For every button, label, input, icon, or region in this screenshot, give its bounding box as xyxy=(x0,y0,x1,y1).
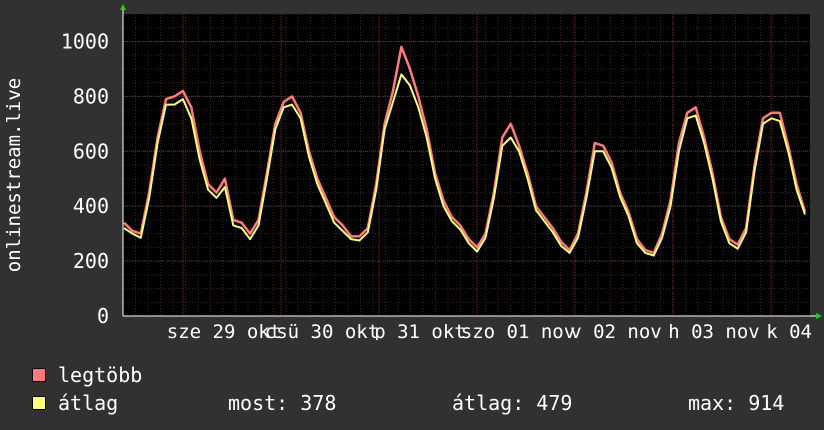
x-axis-arrow xyxy=(816,313,822,319)
y-axis-label: onlinestream.live xyxy=(3,78,25,272)
x-tick-label: szo 01 nov xyxy=(461,321,575,340)
x-tick-label: v 02 nov xyxy=(570,321,662,340)
y-tick-label: 1000 xyxy=(61,29,109,53)
stat-atlag: átlag: 479 xyxy=(452,391,573,415)
x-tick-label: csü 30 okt xyxy=(265,321,379,340)
y-tick-label: 0 xyxy=(97,304,109,328)
legend-item-atlag: átlag xyxy=(32,391,119,415)
legend-swatch-atlag xyxy=(32,396,46,410)
y-axis-arrow xyxy=(120,4,126,10)
x-tick-label: h 03 nov xyxy=(668,321,760,340)
legend-label-legtobb: legtöbb xyxy=(58,363,143,387)
y-tick-label: 800 xyxy=(73,84,109,108)
y-tick-label: 600 xyxy=(73,139,109,163)
y-tick-label: 400 xyxy=(73,194,109,218)
legend-item-legtobb: legtöbb xyxy=(32,363,143,387)
legend-swatch-legtobb xyxy=(32,368,46,382)
x-tick-label: k 04 nov xyxy=(766,321,824,340)
stat-most: most: 378 xyxy=(228,391,337,415)
y-tick-label: 200 xyxy=(73,249,109,273)
plot-area xyxy=(123,14,810,316)
x-tick-label: p 31 okt xyxy=(374,321,466,340)
chart: 02004006008001000onlinestream.livesze 29… xyxy=(3,4,824,340)
stat-max: max: 914 xyxy=(688,391,785,415)
legend-label-atlag: átlag xyxy=(58,391,119,415)
